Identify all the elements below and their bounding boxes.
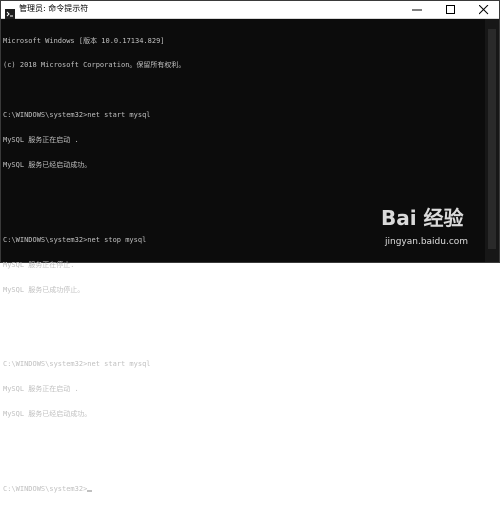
console-line: MySQL 服务已经启动成功。: [3, 409, 92, 418]
minimize-icon: [412, 9, 422, 11]
console-line: MySQL 服务正在启动 .: [3, 385, 79, 394]
console-line: (c) 2018 Microsoft Corporation。保留所有权利。: [3, 61, 186, 70]
terminal-icon: [5, 4, 15, 19]
console-line: MySQL 服务已经启动成功。: [3, 161, 92, 170]
console-line: Microsoft Windows [版本 10.0.17134.829]: [3, 36, 165, 45]
console-line: MySQL 服务已成功停止。: [3, 285, 85, 294]
title-bar[interactable]: 管理员: 命令提示符: [1, 1, 499, 19]
text-cursor: [87, 489, 93, 492]
console-line: MySQL 服务正在停止.: [3, 260, 75, 269]
baidu-jingyan-watermark: Bai 经验 jingyan.baidu.com: [373, 204, 495, 260]
prompt-line[interactable]: C:\WINDOWS\system32>: [3, 485, 485, 493]
command-prompt-window: 管理员: 命令提示符 Microsoft Windows [版本 10.0.17…: [0, 0, 500, 493]
watermark-url: jingyan.baidu.com: [385, 237, 469, 247]
console-line: C:\WINDOWS\system32>net start mysql: [3, 111, 151, 120]
window-title: 管理员: 命令提示符: [19, 4, 89, 13]
console-line: C:\WINDOWS\system32>net start mysql: [3, 360, 151, 369]
prompt-text: C:\WINDOWS\system32>: [3, 484, 88, 493]
minimize-button[interactable]: [404, 1, 430, 18]
close-icon: [479, 5, 489, 15]
close-button[interactable]: [471, 1, 497, 18]
console-line: MySQL 服务正在启动 .: [3, 136, 79, 145]
maximize-icon: [446, 5, 455, 14]
watermark-logo: Bai 经验: [381, 206, 464, 230]
maximize-button[interactable]: [438, 1, 464, 18]
